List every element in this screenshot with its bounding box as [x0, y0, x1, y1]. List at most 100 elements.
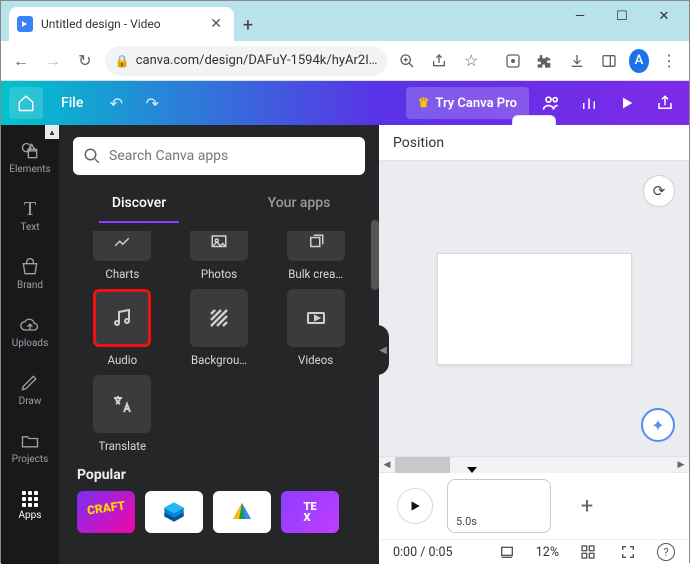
timeline-play-button[interactable]: [397, 488, 433, 524]
app-audio[interactable]: Audio: [77, 289, 168, 367]
browser-tab[interactable]: Untitled design - Video ✕: [9, 7, 234, 41]
position-button[interactable]: Position: [393, 135, 444, 151]
tab-discover[interactable]: Discover: [59, 183, 219, 223]
popular-app-2[interactable]: [145, 491, 203, 533]
forward-button[interactable]: →: [41, 47, 65, 75]
rail-label: Draw: [19, 396, 42, 407]
app-bulk-create[interactable]: Bulk crea…: [270, 231, 361, 281]
new-tab-button[interactable]: +: [234, 9, 262, 41]
side-rail: ▲ Elements T Text Brand Uploads: [1, 125, 59, 564]
uploads-icon: [20, 315, 40, 335]
shapes-icon: [20, 141, 40, 161]
bookmark-star-icon[interactable]: ☆: [459, 47, 483, 75]
popular-app-4[interactable]: TEX: [281, 491, 339, 533]
scroll-right-icon[interactable]: ▶: [673, 457, 689, 473]
window-maximize-button[interactable]: ☐: [601, 1, 643, 31]
present-play-button[interactable]: [611, 87, 643, 119]
window-minimize-button[interactable]: —: [559, 1, 601, 31]
address-bar[interactable]: 🔒 canva.com/design/DAFuY-1594k/hyAr2I…: [105, 46, 388, 76]
popular-row: CRAFT TEX: [59, 491, 379, 533]
panel-scrollbar[interactable]: [371, 220, 379, 290]
tab-title: Untitled design - Video: [41, 17, 198, 31]
try-canva-pro-button[interactable]: ♛ Try Canva Pro: [406, 87, 529, 119]
rail-draw[interactable]: Draw: [1, 361, 59, 419]
reload-button[interactable]: ↻: [73, 47, 97, 75]
magic-button[interactable]: ✦: [641, 408, 675, 442]
app-label: Bulk crea…: [288, 267, 343, 281]
app-photos[interactable]: Photos: [174, 231, 265, 281]
notes-icon[interactable]: [496, 541, 518, 563]
text-icon: T: [24, 199, 36, 219]
profile-avatar[interactable]: A: [629, 49, 650, 73]
search-box[interactable]: [73, 137, 365, 175]
zoom-level[interactable]: 12%: [536, 545, 559, 560]
app-label: Charts: [105, 267, 139, 281]
popular-heading: Popular: [59, 453, 379, 491]
add-page-button[interactable]: +: [565, 484, 609, 528]
share-icon[interactable]: [427, 47, 451, 75]
chrome-menu-icon[interactable]: ⋮: [657, 47, 681, 75]
rail-text[interactable]: T Text: [1, 187, 59, 245]
apps-grid-icon: [22, 491, 38, 507]
timeline-expand-handle[interactable]: [512, 115, 556, 125]
scroll-track[interactable]: [395, 457, 673, 473]
canva-favicon: [17, 16, 33, 32]
extensions-puzzle-icon[interactable]: [533, 47, 557, 75]
window-close-button[interactable]: ✕: [643, 1, 685, 31]
undo-button[interactable]: ↶: [101, 88, 131, 118]
extension-icon-1[interactable]: [501, 47, 525, 75]
app-videos[interactable]: Videos: [270, 289, 361, 367]
home-button[interactable]: [9, 87, 43, 119]
folder-icon: [20, 431, 40, 451]
design-page[interactable]: [437, 253, 632, 365]
canvas-area: Position ⟳ ✦ ◀ ▶ 5.0s + 0:00 /: [379, 125, 689, 564]
rail-uploads[interactable]: Uploads: [1, 303, 59, 361]
horizontal-scrollbar[interactable]: ◀ ▶: [379, 456, 689, 472]
rail-label: Apps: [19, 510, 42, 521]
scroll-left-icon[interactable]: ◀: [379, 457, 395, 473]
timeline-footer: 0:00 / 0:05 12% ?: [379, 539, 689, 564]
file-menu[interactable]: File: [49, 89, 95, 117]
apps-grid: Charts Photos Bulk crea… Audio Backgrou……: [59, 223, 379, 453]
crown-icon: ♛: [418, 96, 430, 111]
url-text: canva.com/design/DAFuY-1594k/hyAr2I…: [136, 53, 378, 68]
scroll-thumb[interactable]: [395, 457, 450, 473]
search-input[interactable]: [109, 148, 355, 164]
timeline-clip[interactable]: 5.0s: [447, 479, 551, 533]
rail-label: Uploads: [12, 338, 48, 349]
analytics-icon[interactable]: [573, 87, 605, 119]
app-translate[interactable]: Translate: [77, 375, 168, 453]
sidepanel-icon[interactable]: [597, 47, 621, 75]
try-pro-label: Try Canva Pro: [435, 96, 517, 111]
rail-apps[interactable]: Apps: [1, 477, 59, 535]
rail-brand[interactable]: Brand: [1, 245, 59, 303]
close-tab-icon[interactable]: ✕: [206, 16, 226, 32]
app-backgrounds[interactable]: Backgrou…: [174, 289, 265, 367]
tab-your-apps[interactable]: Your apps: [219, 183, 379, 223]
redo-button[interactable]: ↷: [137, 88, 167, 118]
timeline-tracks: 5.0s +: [379, 473, 689, 539]
fullscreen-icon[interactable]: [617, 541, 639, 563]
canvas-toolbar: Position: [379, 125, 689, 161]
browser-toolbar: ← → ↻ 🔒 canva.com/design/DAFuY-1594k/hyA…: [1, 41, 689, 81]
collapse-panel-handle[interactable]: ◀: [377, 325, 389, 375]
rail-projects[interactable]: Projects: [1, 419, 59, 477]
popular-app-1[interactable]: CRAFT: [77, 491, 135, 533]
back-button[interactable]: ←: [9, 47, 33, 75]
app-label: Backgrou…: [191, 353, 247, 367]
refresh-canvas-button[interactable]: ⟳: [643, 175, 675, 207]
app-label: Translate: [99, 439, 147, 453]
app-charts[interactable]: Charts: [77, 231, 168, 281]
zoom-icon[interactable]: [395, 47, 419, 75]
grid-view-icon[interactable]: [577, 541, 599, 563]
popular-app-3[interactable]: [213, 491, 271, 533]
rail-label: Text: [20, 222, 39, 233]
app-label: Videos: [298, 353, 333, 367]
main-area: ▲ Elements T Text Brand Uploads: [1, 125, 689, 564]
rail-scroll-up[interactable]: ▲: [45, 125, 59, 139]
search-icon: [83, 147, 101, 165]
downloads-icon[interactable]: [565, 47, 589, 75]
canvas-viewport[interactable]: ⟳ ✦: [379, 161, 689, 456]
share-button[interactable]: [649, 87, 681, 119]
help-icon[interactable]: ?: [657, 543, 675, 561]
